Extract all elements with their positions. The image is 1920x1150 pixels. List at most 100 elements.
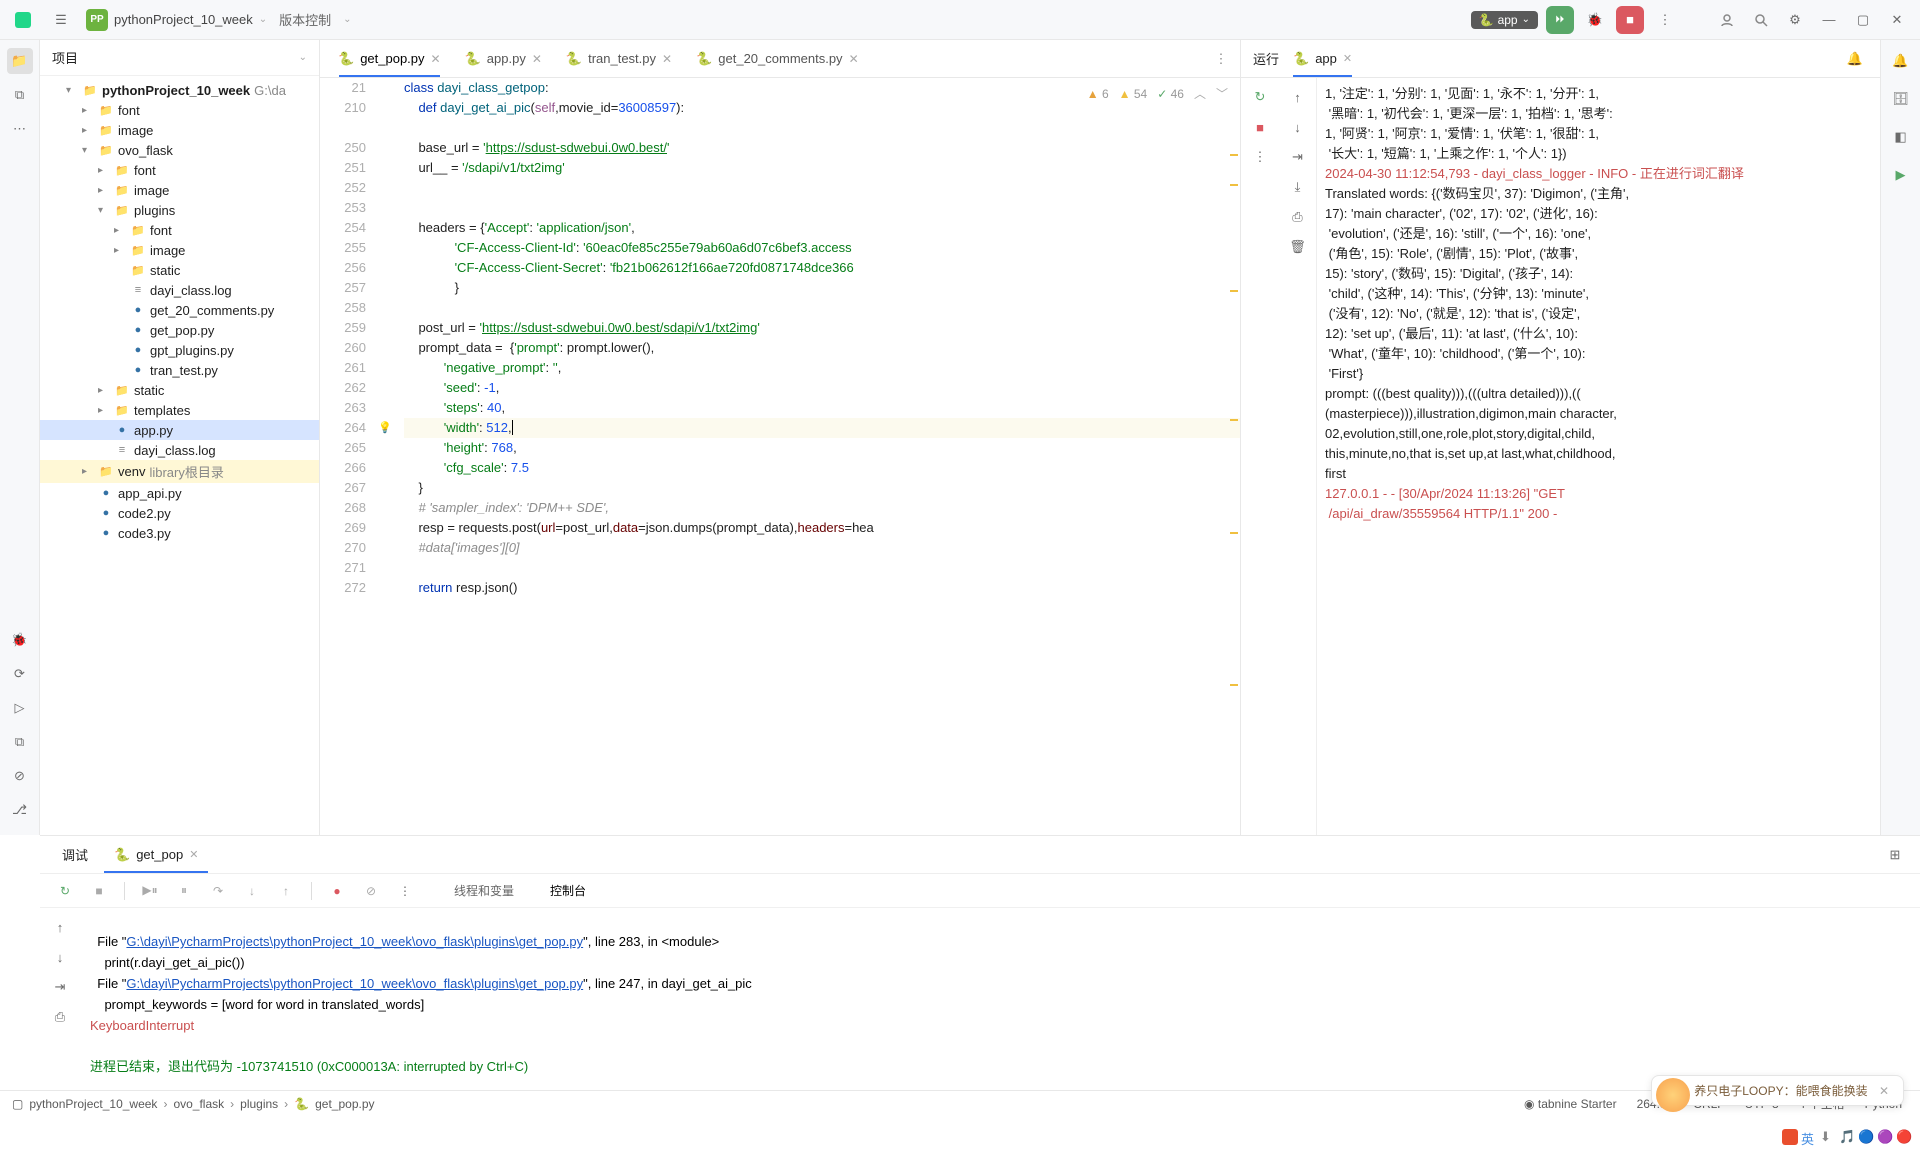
database-icon[interactable]: 🗄 xyxy=(1888,86,1914,112)
close-icon[interactable]: ✕ xyxy=(662,52,672,66)
play-square-icon[interactable]: ▶ xyxy=(1888,162,1914,188)
editor-tab[interactable]: 🐍get_20_comments.py✕ xyxy=(684,40,871,77)
editor-tab[interactable]: 🐍get_pop.py✕ xyxy=(326,40,453,77)
intention-bulb-icon[interactable]: 💡 xyxy=(378,418,396,438)
notifications-icon[interactable]: 🔔 xyxy=(1842,46,1868,72)
tree-item[interactable]: ▾📁plugins xyxy=(40,200,319,220)
structure-tool-icon[interactable]: ⧉ xyxy=(7,82,33,108)
sciview-icon[interactable]: ◧ xyxy=(1888,124,1914,150)
tree-item[interactable]: get_pop.py xyxy=(40,320,319,340)
tree-item[interactable]: ▾📁pythonProject_10_week G:\da xyxy=(40,80,319,100)
tree-item[interactable]: ▸📁static xyxy=(40,380,319,400)
close-icon[interactable]: ✕ xyxy=(849,52,859,66)
tabs-more-icon[interactable]: ⋮ xyxy=(1208,46,1234,72)
search-icon[interactable] xyxy=(1748,7,1774,33)
minimize-icon[interactable]: — xyxy=(1816,7,1842,33)
tree-item[interactable]: ▾📁ovo_flask xyxy=(40,140,319,160)
app-icon[interactable] xyxy=(10,7,36,33)
up-icon[interactable]: ↑ xyxy=(47,914,73,940)
soft-wrap-icon[interactable]: ⇥ xyxy=(47,974,73,1000)
services-icon[interactable]: ▷ xyxy=(7,696,33,720)
more-tool-icon[interactable]: ⋯ xyxy=(7,116,33,142)
clear-icon[interactable]: 🗑 xyxy=(1285,234,1311,260)
editor-tab[interactable]: 🐍app.py✕ xyxy=(453,40,554,77)
tree-item[interactable]: dayi_class.log xyxy=(40,440,319,460)
terminal-icon[interactable]: ⧉ xyxy=(7,730,33,754)
run-config-selector[interactable]: 🐍 app ⌄ xyxy=(1471,11,1538,29)
notifications-icon[interactable]: 🔔 xyxy=(1888,48,1914,74)
tree-item[interactable]: ▸📁templates xyxy=(40,400,319,420)
tray-icon[interactable]: 英 xyxy=(1801,1129,1817,1145)
file-link[interactable]: G:\dayi\PycharmProjects\pythonProject_10… xyxy=(126,934,583,949)
debug-button[interactable]: 🐞 xyxy=(1582,7,1608,33)
project-tool-icon[interactable]: 📁 xyxy=(7,48,33,74)
vcs-icon[interactable]: ⎇ xyxy=(7,798,33,822)
close-icon[interactable]: ✕ xyxy=(1879,1084,1889,1098)
tree-item[interactable]: ▸📁image xyxy=(40,120,319,140)
scroll-end-icon[interactable]: ⤓ xyxy=(1285,174,1311,200)
step-into-icon[interactable]: ↓ xyxy=(239,878,265,904)
tree-item[interactable]: get_20_comments.py xyxy=(40,300,319,320)
tree-item[interactable]: app.py xyxy=(40,420,319,440)
tree-item[interactable]: ▸📁image xyxy=(40,240,319,260)
tray-icon[interactable]: 🔴 xyxy=(1896,1129,1912,1145)
project-selector[interactable]: PP pythonProject_10_week ⌄ xyxy=(86,9,267,31)
stop-icon[interactable]: ■ xyxy=(86,878,112,904)
code-with-me-icon[interactable] xyxy=(1714,7,1740,33)
chevron-down-icon[interactable]: ⌄ xyxy=(299,52,307,63)
step-over-icon[interactable]: ↷ xyxy=(205,878,231,904)
print-icon[interactable]: ⎙ xyxy=(47,1004,73,1030)
debug-tab[interactable]: 🐍 get_pop ✕ xyxy=(104,836,208,873)
print-icon[interactable]: ⎙ xyxy=(1285,204,1311,230)
more-icon[interactable]: ⋮ xyxy=(392,878,418,904)
close-icon[interactable]: ✕ xyxy=(431,52,441,66)
tabnine-status[interactable]: ◉ tabnine Starter xyxy=(1518,1097,1623,1111)
mute-breakpoints-icon[interactable]: ⊘ xyxy=(358,878,384,904)
tray-icon[interactable]: 🎵 xyxy=(1839,1129,1855,1145)
tree-item[interactable]: code2.py xyxy=(40,503,319,523)
tree-item[interactable]: code3.py xyxy=(40,523,319,543)
tree-item[interactable]: ▸📁font xyxy=(40,100,319,120)
file-link[interactable]: G:\dayi\PycharmProjects\pythonProject_10… xyxy=(126,976,583,991)
close-icon[interactable]: ✕ xyxy=(1343,52,1352,65)
debug-tool-icon[interactable]: 🐞 xyxy=(7,628,33,652)
tray-icon[interactable]: ⬇ xyxy=(1820,1129,1836,1145)
hamburger-icon[interactable]: ☰ xyxy=(48,7,74,33)
tree-item[interactable]: gpt_plugins.py xyxy=(40,340,319,360)
close-icon[interactable]: ✕ xyxy=(1884,7,1910,33)
tree-item[interactable]: tran_test.py xyxy=(40,360,319,380)
more-icon[interactable]: ⋮ xyxy=(1247,144,1273,170)
run-console[interactable]: 1, '注定': 1, '分别': 1, '见面': 1, '永不': 1, '… xyxy=(1317,78,1880,835)
run-button[interactable] xyxy=(1546,6,1574,34)
editor-tab[interactable]: 🐍tran_test.py✕ xyxy=(554,40,684,77)
tree-item[interactable]: ▸📁font xyxy=(40,160,319,180)
settings-icon[interactable]: ⚙ xyxy=(1782,7,1808,33)
rerun-icon[interactable]: ↻ xyxy=(1247,84,1273,110)
tray-icon[interactable]: 🟣 xyxy=(1877,1129,1893,1145)
down-icon[interactable]: ↓ xyxy=(47,944,73,970)
breadcrumb[interactable]: ▢ pythonProject_10_week› ovo_flask› plug… xyxy=(12,1097,375,1111)
tree-item[interactable]: ▸📁venv library根目录 xyxy=(40,460,319,483)
pause-icon[interactable]: ⏸ xyxy=(171,878,197,904)
resume-icon[interactable]: ▶⏸ xyxy=(137,878,163,904)
tree-item[interactable]: app_api.py xyxy=(40,483,319,503)
loopy-toast[interactable]: 养只电子LOOPY：能喂食能换装 ✕ xyxy=(1651,1075,1904,1106)
run-tab[interactable]: 🐍 app ✕ xyxy=(1293,40,1352,77)
tree-item[interactable]: ▸📁image xyxy=(40,180,319,200)
soft-wrap-icon[interactable]: ⇥ xyxy=(1285,144,1311,170)
tree-item[interactable]: dayi_class.log xyxy=(40,280,319,300)
stop-icon[interactable]: ■ xyxy=(1247,114,1273,140)
debug-subtab-console[interactable]: 控制台 xyxy=(550,882,586,899)
minimap[interactable] xyxy=(1226,78,1240,835)
tree-item[interactable]: 📁static xyxy=(40,260,319,280)
view-breakpoints-icon[interactable]: ● xyxy=(324,878,350,904)
stop-button[interactable]: ■ xyxy=(1616,6,1644,34)
tray-icon[interactable] xyxy=(1782,1129,1798,1145)
debug-subtab-threads[interactable]: 线程和变量 xyxy=(454,882,514,899)
layout-icon[interactable]: ⊞ xyxy=(1882,842,1908,868)
tray-icon[interactable]: 🔵 xyxy=(1858,1129,1874,1145)
maximize-icon[interactable]: ▢ xyxy=(1850,7,1876,33)
code-editor[interactable]: 6 54 46 ︿ ﹀ 2121025025125225325425525625… xyxy=(320,78,1240,835)
project-tree[interactable]: ▾📁pythonProject_10_week G:\da▸📁font▸📁ima… xyxy=(40,76,319,835)
more-actions-icon[interactable]: ⋮ xyxy=(1652,7,1678,33)
